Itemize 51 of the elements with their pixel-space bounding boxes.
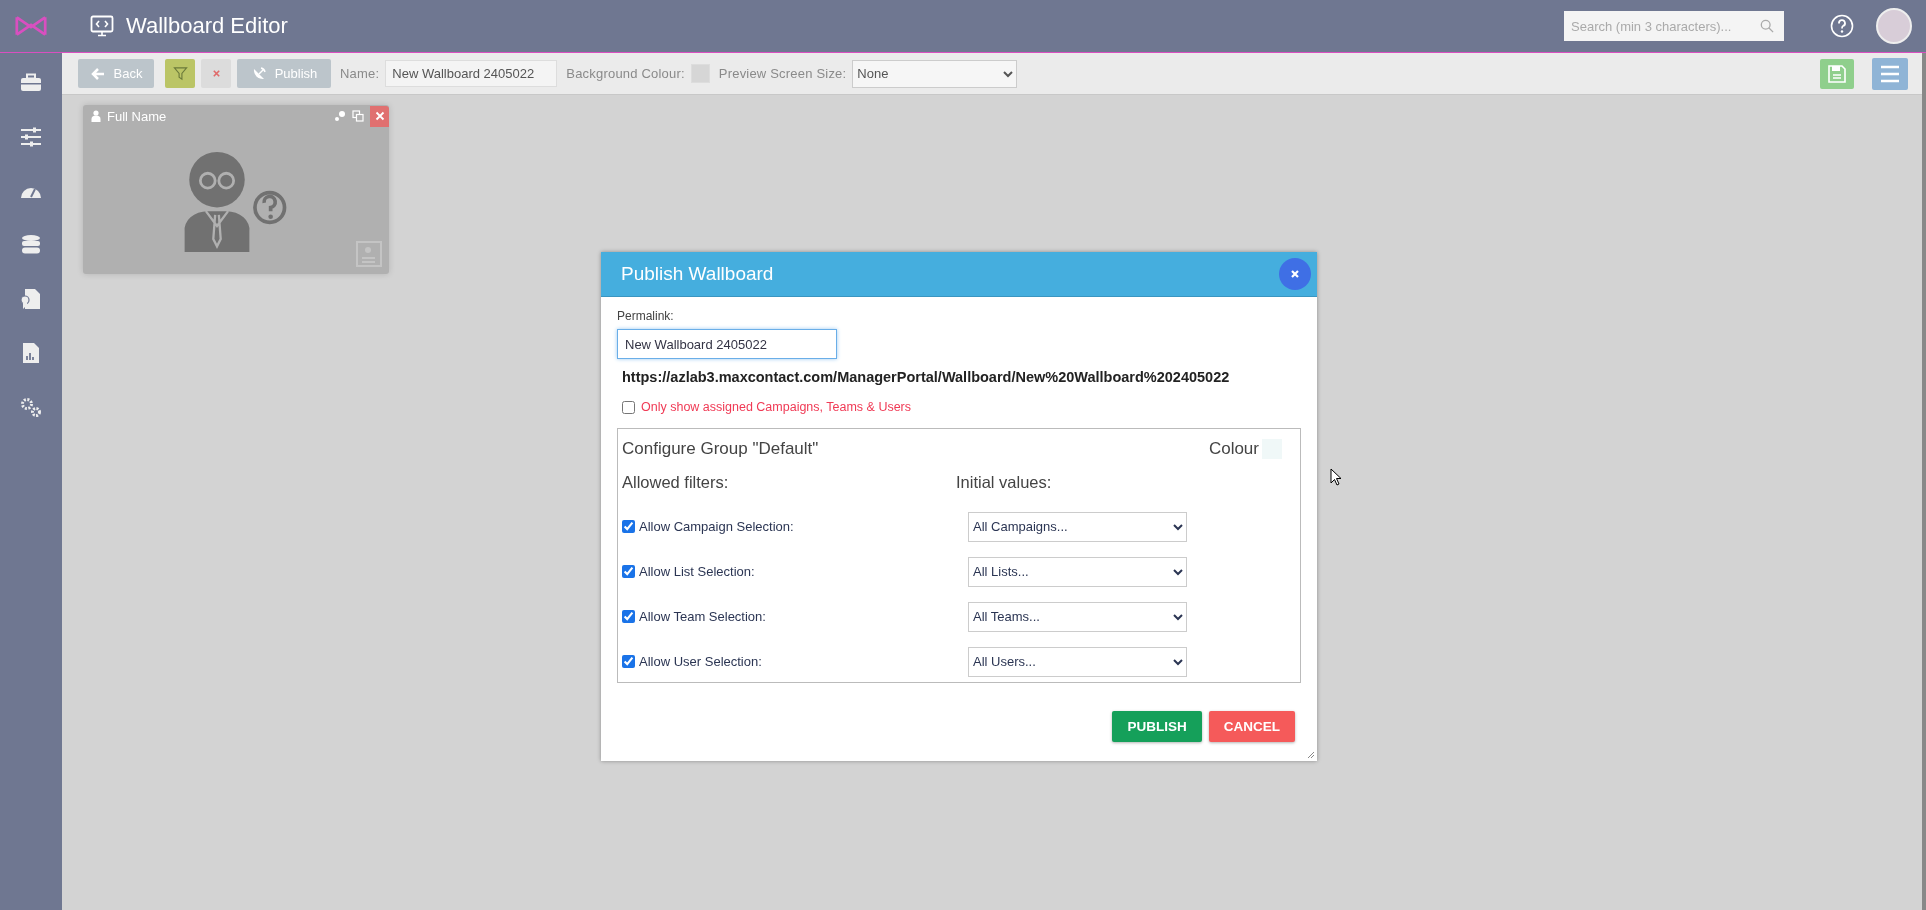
- assigned-checkbox[interactable]: [622, 400, 635, 414]
- close-icon: [1290, 269, 1300, 279]
- monitor-icon: [90, 15, 114, 37]
- name-label: Name:: [340, 66, 380, 81]
- filter-label: Allow List Selection:: [639, 564, 755, 579]
- assigned-only-label: Only show assigned Campaigns, Teams & Users: [641, 400, 912, 414]
- filter-label: Allow User Selection:: [639, 654, 762, 669]
- filter-checkbox[interactable]: [622, 610, 635, 623]
- user-avatar[interactable]: [1876, 8, 1912, 44]
- widget-title: Full Name: [107, 108, 167, 124]
- colour-label: Colour: [1208, 439, 1259, 459]
- arrow-left-icon: [89, 65, 106, 82]
- filter-checkbox[interactable]: [622, 655, 635, 668]
- close-icon: [374, 111, 385, 121]
- allowed-filters-heading: Allowed filters:: [622, 473, 730, 492]
- menu-icon: [1880, 63, 1900, 84]
- app-title: Wallboard Editor: [126, 13, 288, 39]
- preview-size-label: Preview Screen Size:: [718, 66, 847, 81]
- initial-value-select[interactable]: All Users...: [968, 646, 1187, 677]
- resize-grip-icon[interactable]: [1307, 751, 1315, 759]
- close-icon: [211, 69, 221, 78]
- initial-value-select[interactable]: All Campaigns...: [968, 511, 1187, 542]
- search-field[interactable]: Search (min 3 characters)...: [1564, 11, 1784, 41]
- filter-checkbox[interactable]: [622, 565, 635, 578]
- filter-checkbox[interactable]: [622, 520, 635, 533]
- certificate-document-icon[interactable]: [19, 287, 43, 311]
- filter-label: Allow Campaign Selection:: [639, 519, 794, 534]
- dialog-title: Publish Wallboard: [621, 263, 775, 285]
- search-icon: [1760, 19, 1774, 33]
- name-field[interactable]: New Wallboard 2405022: [385, 60, 558, 87]
- help-icon[interactable]: [1830, 14, 1854, 38]
- background-colour-label: Background Colour:: [566, 66, 685, 81]
- copy-icon[interactable]: [352, 110, 364, 122]
- permalink-field[interactable]: New Wallboard 2405022: [617, 329, 837, 359]
- permalink-label: Permalink:: [617, 309, 674, 323]
- permalink-url: https://azlab3.maxcontact.com/ManagerPortal/Wallboard/New%20Wallboard%202405022: [622, 369, 1230, 385]
- database-icon[interactable]: [19, 233, 43, 257]
- mouse-cursor-icon: [1330, 468, 1342, 486]
- preview-size-select[interactable]: None: [852, 59, 1018, 88]
- user-icon: [91, 110, 101, 122]
- filter-icon: [172, 66, 188, 81]
- sliders-icon[interactable]: [19, 125, 43, 149]
- close-button[interactable]: [1279, 258, 1311, 290]
- initial-value-select[interactable]: All Lists...: [968, 556, 1187, 587]
- filter-button[interactable]: [165, 59, 195, 88]
- initial-value-select[interactable]: All Teams...: [968, 601, 1187, 632]
- group-title: Configure Group "Default": [622, 439, 820, 459]
- close-button[interactable]: [370, 105, 389, 127]
- menu-button[interactable]: [1872, 57, 1908, 90]
- initial-values-heading: Initial values:: [956, 473, 1052, 492]
- filter-label: Allow Team Selection:: [639, 609, 766, 624]
